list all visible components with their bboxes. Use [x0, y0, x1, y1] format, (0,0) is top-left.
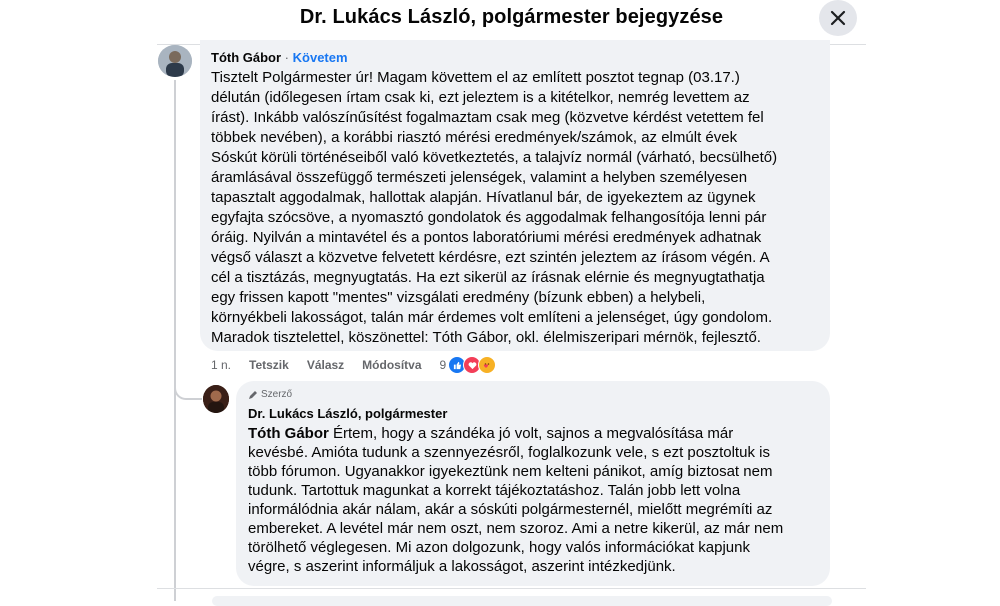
comment-actions: 1 n. Tetszik Válasz Módosítva 9	[211, 356, 497, 374]
reply-body: Értem, hogy a szándéka jó volt, sajnos a…	[248, 425, 784, 575]
edited-label[interactable]: Módosítva	[362, 358, 421, 372]
thread-line	[174, 80, 176, 601]
comment-author[interactable]: Tóth Gábor	[211, 50, 281, 65]
comment-text: Tisztelt Polgármester úr! Magam követtem…	[211, 69, 778, 346]
avatar[interactable]	[203, 385, 229, 413]
author-badge: Szerző	[248, 389, 292, 400]
reply-text: Tóth Gábor Értem, hogy a szándéka jó vol…	[248, 424, 823, 576]
care-reaction-icon	[478, 356, 497, 374]
mention-link[interactable]: Tóth Gábor	[248, 425, 329, 442]
avatar[interactable]	[158, 45, 192, 77]
reaction-count[interactable]: 9	[440, 358, 447, 372]
comment-input[interactable]	[212, 596, 832, 606]
reply-author[interactable]: Dr. Lukács László, polgármester	[248, 406, 447, 421]
dialog-title: Dr. Lukács László, polgármester bejegyzé…	[299, 6, 724, 28]
thread-connector	[174, 378, 202, 400]
dialog-header: Dr. Lukács László, polgármester bejegyzé…	[157, 0, 866, 45]
comment-time[interactable]: 1 n.	[211, 358, 231, 372]
footer-divider	[157, 588, 866, 589]
reactions[interactable]	[448, 356, 497, 374]
reply-button[interactable]: Válasz	[307, 358, 344, 372]
author-badge-label: Szerző	[261, 389, 293, 400]
pen-icon	[249, 390, 257, 399]
close-button[interactable]	[819, 0, 857, 36]
comment-author-line: Tóth Gábor · Követem	[211, 50, 348, 65]
separator-dot: ·	[284, 50, 290, 65]
close-icon	[830, 10, 846, 26]
follow-link[interactable]: Követem	[293, 50, 348, 65]
like-button[interactable]: Tetszik	[249, 358, 289, 372]
